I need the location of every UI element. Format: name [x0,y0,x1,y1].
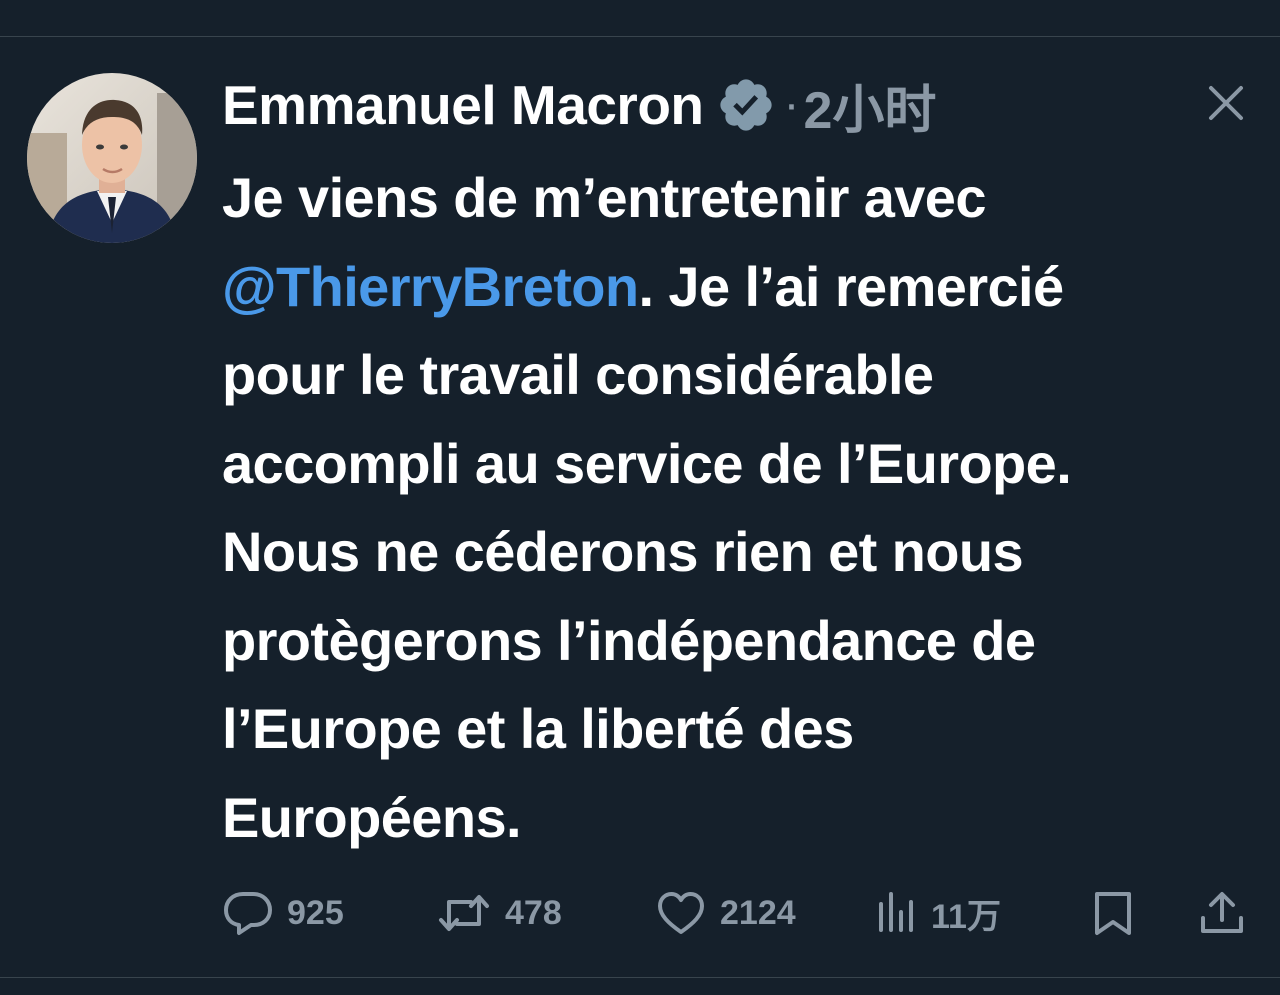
like-count: 2124 [720,893,796,932]
reply-button[interactable]: 925 [223,890,344,936]
tweet-text-line: accompli au service de l’Europe. [222,431,1072,495]
mention-link[interactable]: @ThierryBreton [222,255,639,318]
views-count: 11万 [931,897,1001,936]
close-icon[interactable] [1206,83,1246,123]
tweet[interactable]: Emmanuel Macron · 2小时 Je viens de m’entr… [0,37,1280,977]
reply-icon [224,892,272,935]
bottom-divider [0,977,1280,978]
verified-badge-icon [716,75,776,135]
retweet-button[interactable]: 478 [437,890,562,936]
timestamp[interactable]: 2小时 [804,68,937,143]
retweet-count: 478 [505,893,562,932]
tweet-text-line: pour le travail considérable [222,343,934,406]
action-bar: 925 478 2124 11万 [0,877,1280,949]
bookmark-button[interactable] [1092,890,1134,936]
tweet-text-line: Nous ne céderons rien et nous [222,520,1024,583]
views-button[interactable]: 11万 [875,890,1001,936]
avatar-photo [27,73,197,243]
tweet-text-line: protègerons l’indépendance de [222,608,1036,672]
views-chart-icon [879,892,913,932]
avatar[interactable] [27,73,197,243]
tweet-text-line: l’Europe et la liberté des [222,697,854,760]
tweet-text-line: Européens. [222,785,522,849]
tweet-text-line: Je viens de m’entretenir avec [222,166,987,229]
heart-icon [658,892,704,934]
bookmark-icon [1095,892,1131,935]
tweet-header: Emmanuel Macron · 2小时 [222,69,936,141]
share-icon [1201,892,1243,933]
time-separator: · [783,78,800,131]
tweet-text-line: @ThierryBreton. Je l’ai remercié [222,243,1274,332]
author-name[interactable]: Emmanuel Macron [222,73,704,137]
share-button[interactable] [1199,890,1245,936]
reply-count: 925 [287,893,344,932]
tweet-text-fragment: . Je l’ai remercié [638,254,1065,318]
retweet-icon [439,895,489,931]
tweet-text: Je viens de m’entretenir avec @ThierryBr… [222,154,1274,862]
like-button[interactable]: 2124 [656,890,796,936]
